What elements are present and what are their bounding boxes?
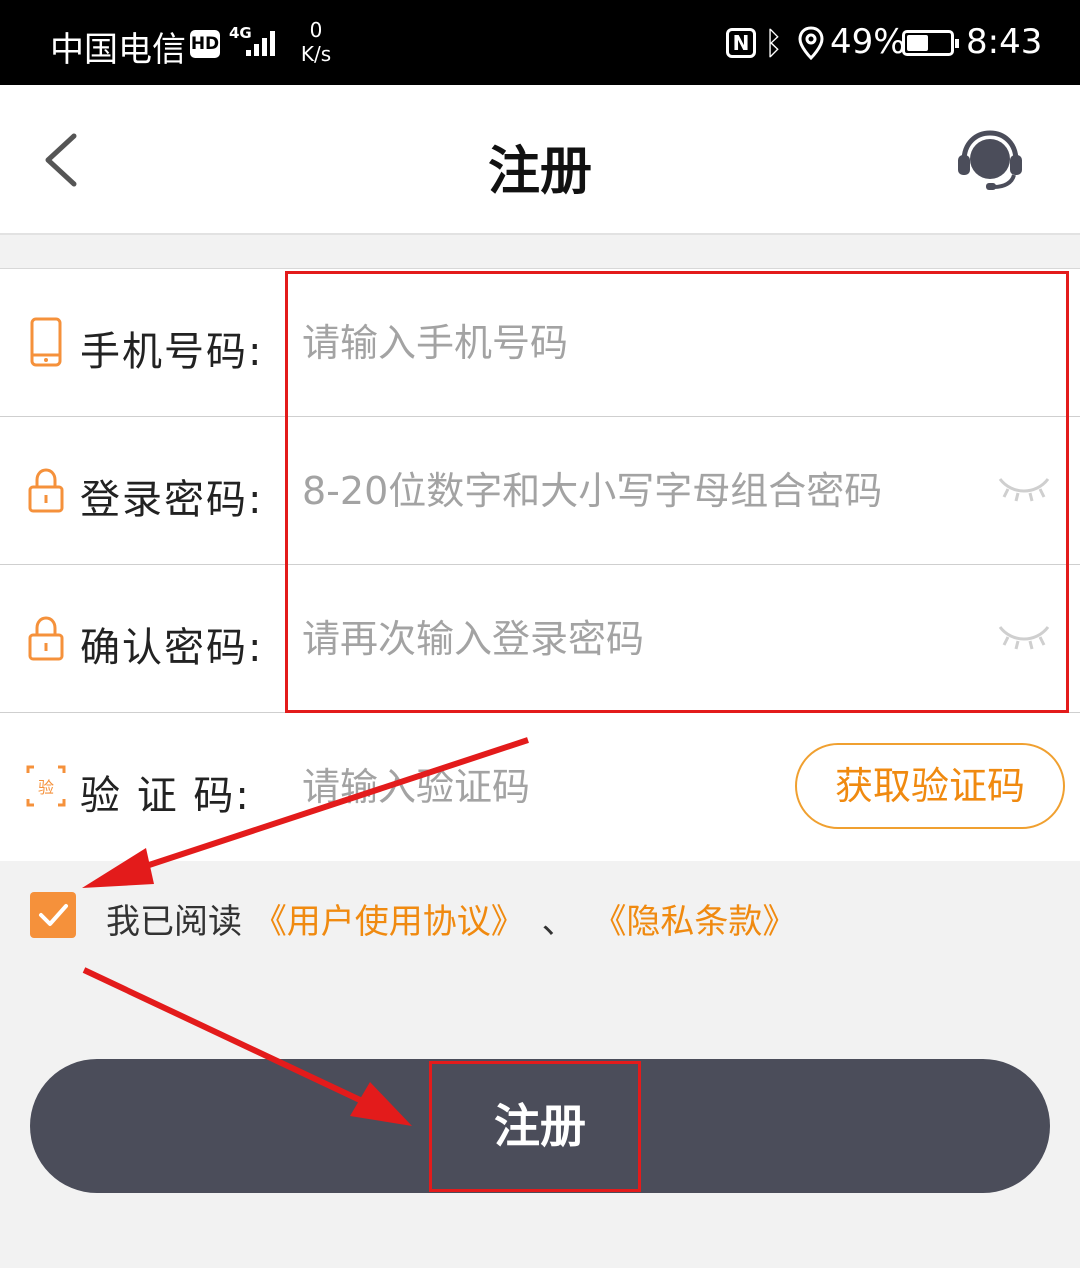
battery-fill (907, 35, 928, 51)
network-speed: 0 K/s (298, 18, 334, 66)
get-code-button[interactable]: 获取验证码 (795, 743, 1065, 829)
register-button[interactable]: 注册 (30, 1059, 1050, 1193)
lock-icon (28, 468, 64, 513)
phone-icon (30, 317, 62, 367)
verify-code-row: 验 验 证 码: 获取验证码 (0, 713, 1080, 861)
headset-icon[interactable] (954, 129, 1026, 193)
carrier-name: 中国电信 (50, 30, 186, 70)
clock: 8:43 (966, 22, 1043, 62)
page-title: 注册 (487, 142, 592, 202)
speed-unit: K/s (300, 42, 332, 66)
battery-percent: 49% (830, 22, 906, 62)
agreement-checkbox[interactable] (30, 892, 76, 938)
agreement-prefix: 我已阅读 (106, 902, 242, 942)
register-form: 手机号码: 登录密码: 确认密码: (0, 268, 1080, 861)
nfc-icon: N (726, 28, 756, 58)
location-icon (798, 26, 824, 60)
confirm-password-input[interactable] (302, 609, 982, 669)
speed-value: 0 (309, 18, 323, 42)
lock-icon (28, 616, 64, 661)
nav-header: 注册 (0, 85, 1080, 235)
phone-input[interactable] (302, 313, 982, 373)
confirm-password-row: 确认密码: (0, 565, 1080, 713)
verify-code-input[interactable] (302, 757, 772, 817)
phone-label: 手机号码: (80, 329, 264, 375)
agreement-row: 我已阅读 《用户使用协议》 、 《隐私条款》 (0, 860, 1080, 970)
privacy-link[interactable]: 《隐私条款》 (592, 902, 796, 942)
eye-closed-icon[interactable] (996, 471, 1052, 507)
phone-row: 手机号码: (0, 269, 1080, 417)
user-agreement-link[interactable]: 《用户使用协议》 (253, 902, 525, 942)
svg-text:验: 验 (38, 778, 54, 797)
battery-tip (955, 39, 959, 48)
bluetooth-icon: ᛒ (764, 24, 784, 62)
agreement-text: 我已阅读 《用户使用协议》 、 《隐私条款》 (106, 894, 796, 943)
password-row: 登录密码: (0, 417, 1080, 565)
hd-badge: HD (190, 30, 220, 58)
signal-icon (246, 31, 275, 56)
status-bar: 中国电信 HD 4G 0 K/s N ᛒ 49% 8:43 (0, 0, 1080, 85)
eye-closed-icon[interactable] (996, 619, 1052, 655)
password-input[interactable] (302, 461, 982, 521)
password-label: 登录密码: (80, 477, 264, 523)
verify-code-label: 验 证 码: (80, 773, 251, 819)
verify-code-icon: 验 (26, 765, 66, 807)
agreement-separator: 、 (541, 902, 576, 942)
confirm-password-label: 确认密码: (80, 625, 264, 671)
battery-icon (902, 30, 959, 56)
